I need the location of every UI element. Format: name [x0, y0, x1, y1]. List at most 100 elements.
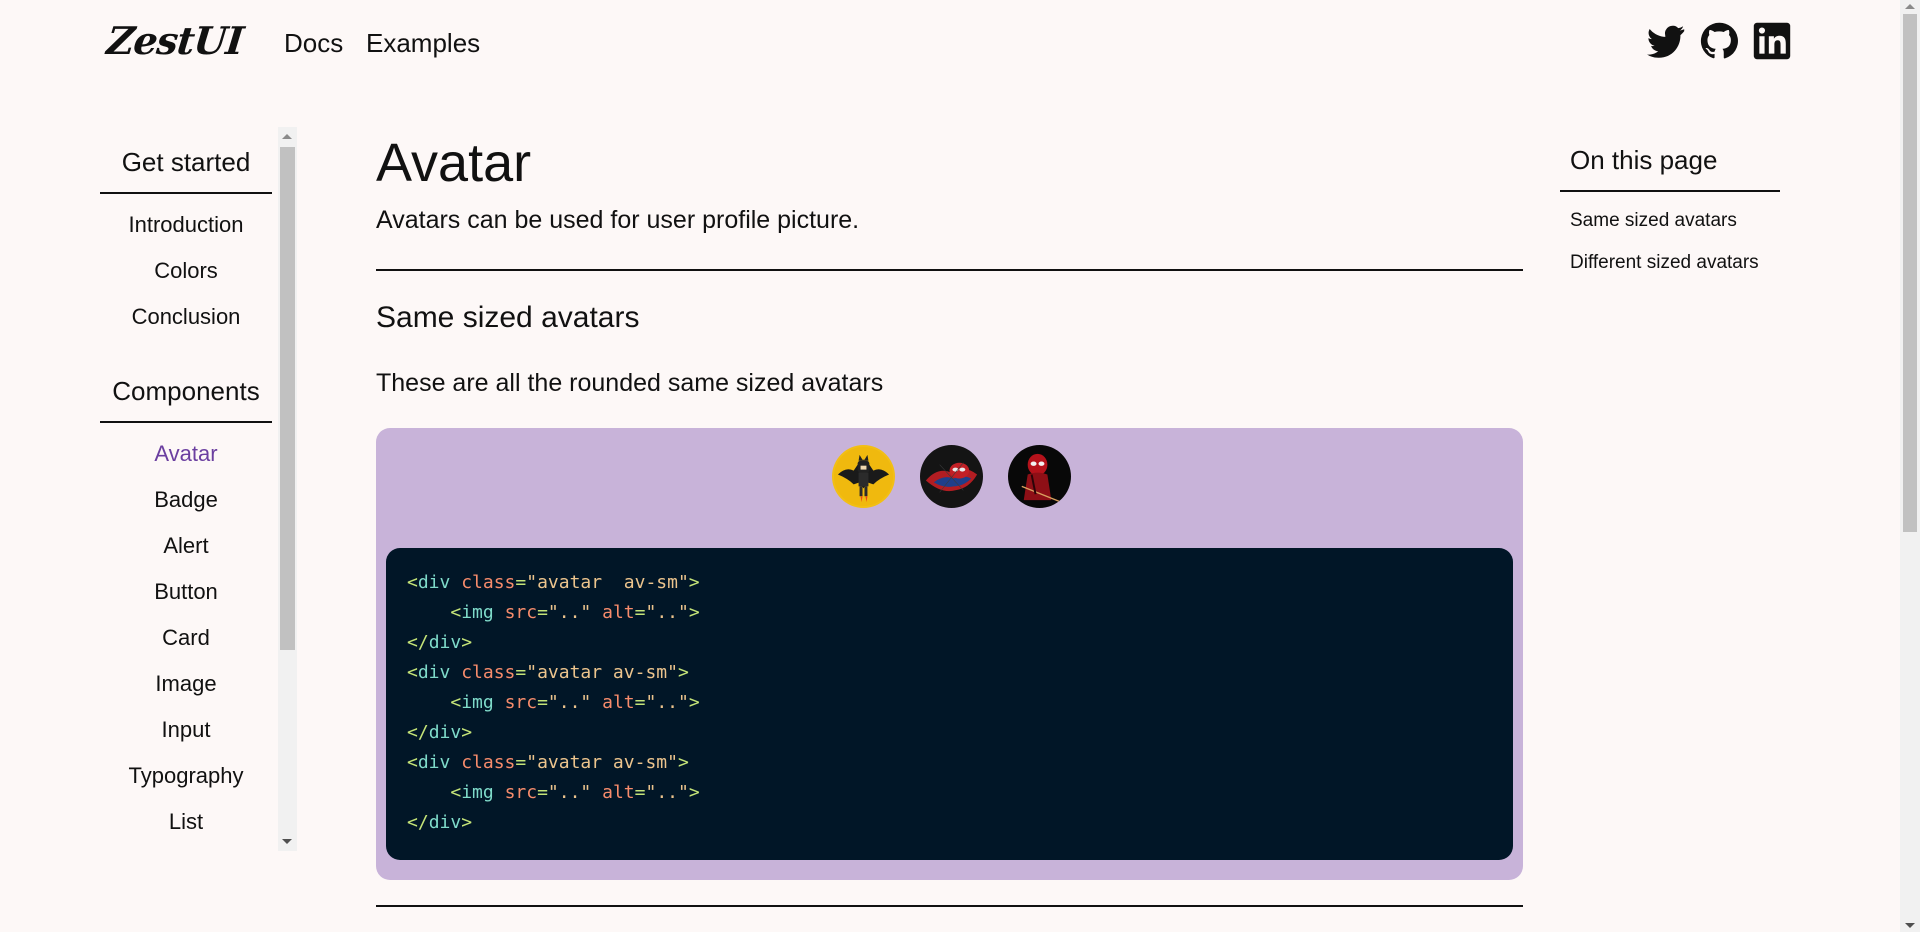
code-token: =: [537, 782, 548, 803]
code-token: "..": [645, 782, 689, 803]
code-token: alt: [602, 782, 635, 803]
page-scroll-up-icon[interactable]: [1905, 4, 1915, 9]
twitter-icon[interactable]: [1647, 22, 1685, 60]
code-token: div: [417, 572, 451, 593]
code-token: >: [688, 782, 700, 803]
code-token: img: [461, 602, 494, 623]
logo[interactable]: ZestUI: [105, 18, 246, 63]
scroll-down-arrow-icon[interactable]: [282, 839, 292, 844]
code-token: class: [461, 572, 516, 593]
code-token: "avatar av-sm": [526, 662, 678, 683]
code-line: <div class="avatar av-sm">: [407, 568, 1492, 598]
components-list: Avatar Badge Alert Button Card Image Inp…: [100, 423, 272, 845]
sidebar-scrollbar[interactable]: [278, 127, 297, 851]
code-token: "..": [547, 692, 592, 713]
toc-list: Same sized avatars Different sized avata…: [1560, 192, 1780, 292]
code-line: <img src=".." alt="..">: [407, 598, 1492, 628]
code-token: >: [461, 722, 473, 743]
code-token: src: [504, 782, 538, 803]
deadpool-avatar: [1008, 445, 1071, 508]
code-token: alt: [602, 692, 635, 713]
code-token: >: [461, 812, 473, 833]
sidebar-item-card[interactable]: Card: [100, 615, 272, 661]
code-token: =: [515, 752, 527, 773]
section-description: These are all the rounded same sized ava…: [376, 369, 884, 397]
sidebar-item-button[interactable]: Button: [100, 569, 272, 615]
code-token: <: [450, 782, 462, 803]
sidebar-item-image[interactable]: Image: [100, 661, 272, 707]
spiderman-avatar: [920, 445, 983, 508]
code-token: img: [461, 692, 494, 713]
page-scroll-thumb[interactable]: [1903, 14, 1917, 532]
section-title: Same sized avatars: [376, 301, 640, 334]
sidebar-heading-components: Components: [100, 376, 272, 423]
toc-item-same-sized-avatars[interactable]: Same sized avatars: [1570, 208, 1780, 250]
code-token: >: [688, 572, 700, 593]
code-token: "..": [645, 692, 689, 713]
main-content: Avatar Avatars can be used for user prof…: [376, 130, 1523, 907]
code-token: >: [677, 662, 689, 683]
sidebar-item-badge[interactable]: Badge: [100, 477, 272, 523]
sidebar-item-colors[interactable]: Colors: [100, 248, 272, 294]
avatar-row: [390, 445, 1513, 508]
divider: [376, 905, 1523, 907]
code-token: =: [537, 602, 548, 623]
sidebar-item-introduction[interactable]: Introduction: [100, 202, 272, 248]
header: ZestUI Docs Examples: [0, 0, 1900, 90]
code-token: =: [634, 692, 646, 713]
code-token: </: [407, 632, 429, 653]
batman-avatar: [832, 445, 895, 508]
code-line: <div class="avatar av-sm">: [407, 748, 1492, 778]
sidebar-content: Get started Introduction Colors Conclusi…: [100, 127, 272, 845]
code-token: img: [461, 782, 494, 803]
scroll-up-arrow-icon[interactable]: [282, 134, 292, 139]
sidebar-item-conclusion[interactable]: Conclusion: [100, 294, 272, 340]
divider: [376, 269, 1523, 271]
get-started-list: Introduction Colors Conclusion: [100, 194, 272, 340]
code-token: "avatar av-sm": [526, 752, 678, 773]
sidebar-scroll-thumb[interactable]: [280, 147, 295, 650]
sidebar-item-typography[interactable]: Typography: [100, 753, 272, 799]
code-line: <div class="avatar av-sm">: [407, 658, 1492, 688]
code-line: </div>: [407, 808, 1492, 838]
sidebar-item-avatar[interactable]: Avatar: [100, 431, 272, 477]
code-block[interactable]: <div class="avatar av-sm"> <img src=".."…: [386, 548, 1513, 860]
code-token: </: [407, 812, 429, 833]
toc-item-different-sized-avatars[interactable]: Different sized avatars: [1570, 250, 1780, 292]
sidebar: Get started Introduction Colors Conclusi…: [100, 127, 297, 851]
code-token: =: [634, 602, 646, 623]
code-token: src: [504, 692, 538, 713]
code-token: </: [407, 722, 429, 743]
sidebar-item-input[interactable]: Input: [100, 707, 272, 753]
github-icon[interactable]: [1700, 22, 1738, 60]
sidebar-item-list[interactable]: List: [100, 799, 272, 845]
code-token: class: [461, 662, 516, 683]
code-token: div: [417, 662, 451, 683]
nav-examples-link[interactable]: Examples: [366, 28, 480, 59]
avatar-demo-panel: <div class="avatar av-sm"> <img src=".."…: [376, 428, 1523, 880]
page-scroll-down-icon[interactable]: [1905, 923, 1915, 928]
sidebar-item-alert[interactable]: Alert: [100, 523, 272, 569]
code-token: "..": [547, 782, 592, 803]
code-line: <img src=".." alt="..">: [407, 688, 1492, 718]
code-token: "avatar av-sm": [526, 572, 689, 593]
code-token: >: [688, 692, 700, 713]
code-token: <: [407, 662, 418, 683]
sidebar-heading-get-started: Get started: [100, 147, 272, 194]
page-scrollbar[interactable]: [1900, 0, 1920, 932]
code-token: =: [634, 782, 646, 803]
table-of-contents: On this page Same sized avatars Differen…: [1560, 145, 1780, 292]
code-token: =: [515, 572, 527, 593]
code-token: div: [417, 752, 451, 773]
nav-docs-link[interactable]: Docs: [284, 28, 343, 59]
linkedin-icon[interactable]: [1753, 22, 1791, 60]
code-token: class: [461, 752, 516, 773]
code-token: <: [450, 602, 462, 623]
